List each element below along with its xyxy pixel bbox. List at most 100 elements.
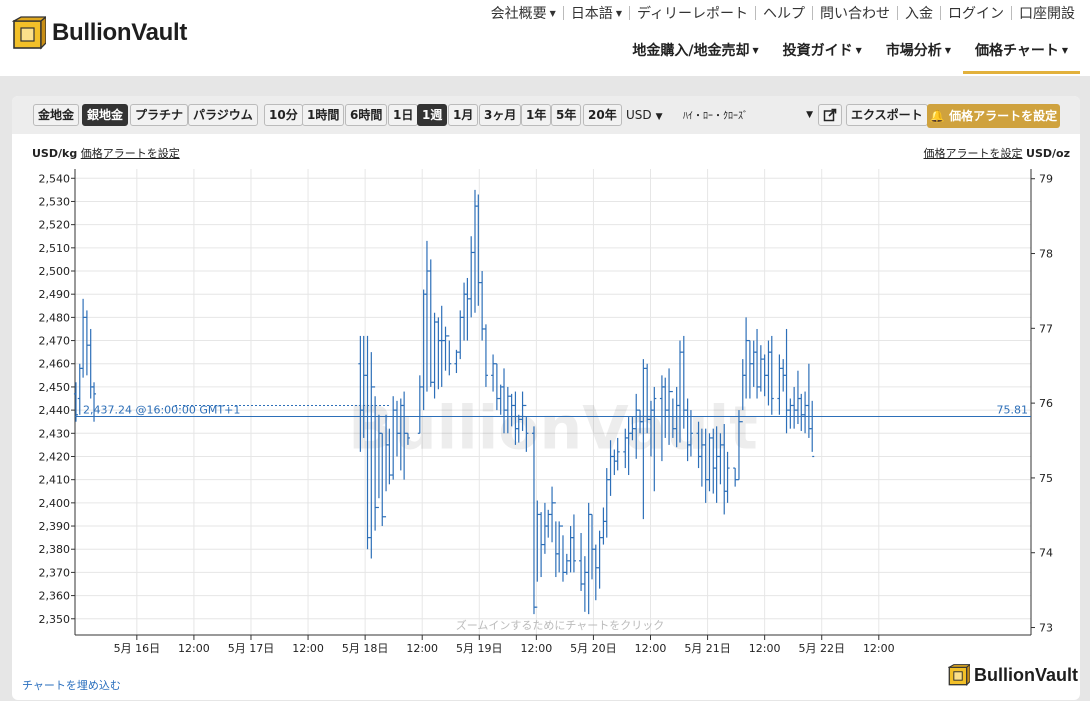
ohlc-bar [465,277,470,341]
watermark: BullionVault [348,394,758,464]
price-alert-link-right[interactable]: 価格アラートを設定 [924,147,1023,160]
y-tick-label-left: 2,480 [39,311,71,324]
range-button[interactable]: 3ヶ月 [479,104,522,126]
top-nav-item[interactable]: ヘルプ [756,3,812,23]
x-tick-label: 5月 20日 [570,642,617,655]
ohlc-bar [436,317,441,390]
y-tick-label-right: 75 [1039,472,1053,485]
brand-logo[interactable]: BullionVault [12,16,187,50]
ohlc-bar [571,514,576,573]
main-nav-item[interactable]: 市場分析 ▼ [874,42,963,74]
y-tick-label-left: 2,460 [39,358,71,371]
price-alert-link-left[interactable]: 価格アラートを設定 [81,147,180,160]
x-tick-label: 12:00 [749,642,781,655]
ohlc-bar [769,335,774,415]
range-button[interactable]: 20年 [583,104,622,126]
metal-button[interactable]: パラジウム [188,104,258,126]
x-tick-label: 12:00 [521,642,553,655]
y-tick-label-left: 2,420 [39,450,71,463]
range-button[interactable]: 1年 [521,104,552,126]
y-tick-label-right: 73 [1039,622,1053,635]
range-button[interactable]: 6時間 [345,104,388,126]
zoom-hint: ズームインするためにチャートをクリック [456,618,665,632]
top-nav-item[interactable]: ディリーレポート [630,3,755,23]
top-nav-label: ヘルプ [763,6,805,22]
ohlc-bar [557,521,562,573]
ohlc-bar [792,386,797,429]
x-tick-label: 5月 16日 [114,642,161,655]
chevron-down-icon: ▼ [655,112,663,122]
top-nav-item[interactable]: 入金 [898,3,940,23]
current-price-label: 2,437.24 @16:00:00 GMT+1 [83,404,240,417]
external-link-icon [823,108,837,122]
ohlc-bar [810,400,815,458]
ohlc-bar [462,282,467,341]
range-button[interactable]: 1時間 [302,104,345,126]
x-tick-label: 5月 22日 [798,642,845,655]
ohlc-bar [77,363,82,415]
top-nav-label: 日本語 [570,6,613,22]
ohlc-bar [582,556,587,612]
ohlc-bar [447,335,452,376]
top-nav-label: ディリーレポート [636,6,748,22]
top-nav-item[interactable]: 口座開設 [1012,3,1082,23]
main-nav-label: 地金購入/地金売却 [632,43,750,59]
vault-cube-icon [948,664,970,686]
range-button[interactable]: 10分 [264,104,303,126]
range-button[interactable]: 1月 [448,104,479,126]
price-alert-button[interactable]: 🔔 価格アラートを設定 [927,104,1060,128]
chart-panel: USD ▼ ﾊｲ・ﾛｰ・ｸﾛｰｽﾞ ▼ エクスポート 🔔 価格アラートを設定 金地金… [12,96,1080,700]
top-nav-label: 入金 [905,6,933,22]
y-tick-label-left: 2,430 [39,427,71,440]
left-unit-row: USD/kg 価格アラートを設定 [32,145,180,161]
ohlc-bar [744,317,749,399]
currency-select[interactable]: USD ▼ [626,104,663,126]
ohlc-bar [469,236,474,318]
metal-button[interactable]: 金地金 [33,104,80,126]
ohlc-bar [758,345,763,392]
y-tick-label-left: 2,540 [39,172,71,185]
ohlc-bar [491,354,496,392]
ohlc-bar [579,532,584,591]
export-button[interactable]: エクスポート [846,104,928,126]
main-nav-item[interactable]: 地金購入/地金売却 ▼ [620,42,770,74]
ohlc-bar [432,312,437,399]
vault-cube-icon [12,16,46,50]
y-tick-label-left: 2,360 [39,590,71,603]
caret-down-icon: ▼ [855,46,862,55]
ohlc-bar [784,328,789,434]
range-button[interactable]: 5年 [551,104,582,126]
main-nav-item[interactable]: 投資ガイド ▼ [771,42,874,74]
caret-down-icon: ▼ [549,9,556,18]
range-button[interactable]: 1週 [417,104,448,126]
y-tick-label-left: 2,400 [39,497,71,510]
ohlc-bar [806,363,811,438]
x-tick-label: 5月 17日 [228,642,275,655]
y-tick-label-right: 78 [1039,248,1053,261]
ohlc-bar [788,398,793,429]
caret-down-icon: ▼ [752,46,759,55]
main-nav: 地金購入/地金売却 ▼ 投資ガイド ▼ 市場分析 ▼ 価格チャート ▼ [620,42,1080,74]
metal-button[interactable]: プラチナ [130,104,189,126]
main-nav-item[interactable]: 価格チャート ▼ [962,42,1080,74]
top-nav-item[interactable]: 日本語 ▼ [564,3,629,23]
metal-button[interactable]: 銀地金 [82,104,129,126]
price-chart[interactable]: 2,350 2,360 2,370 2,380 2,390 2,400 2,410 2,420… [12,166,1080,676]
ohlc-bar [428,259,433,387]
y-tick-label-left: 2,370 [39,566,71,579]
embed-chart-link[interactable]: チャートを埋め込む [22,677,121,693]
ohlc-bar [483,324,488,387]
top-nav-item[interactable]: ログイン [941,3,1011,23]
footer-logo: BullionVault [948,664,1078,686]
top-utility-nav: 会社概要 ▼ 日本語 ▼ ディリーレポート ヘルプ 問い合わせ 入金 ログイン 口座開設 [484,3,1082,23]
chart-style-value: ﾊｲ・ﾛｰ・ｸﾛｰｽﾞ [683,111,748,122]
current-price-right-label: 75.81 [997,404,1029,417]
range-button[interactable]: 1日 [388,104,419,126]
top-nav-item[interactable]: 会社概要 ▼ [484,3,563,23]
ohlc-bar [586,502,591,615]
popout-button[interactable] [818,104,842,126]
chart-style-select[interactable]: ﾊｲ・ﾛｰ・ｸﾛｰｽﾞ ▼ [683,104,813,126]
top-nav-item[interactable]: 問い合わせ [813,3,897,23]
right-unit: USD/oz [1026,147,1070,160]
x-tick-label: 5月 18日 [342,642,389,655]
